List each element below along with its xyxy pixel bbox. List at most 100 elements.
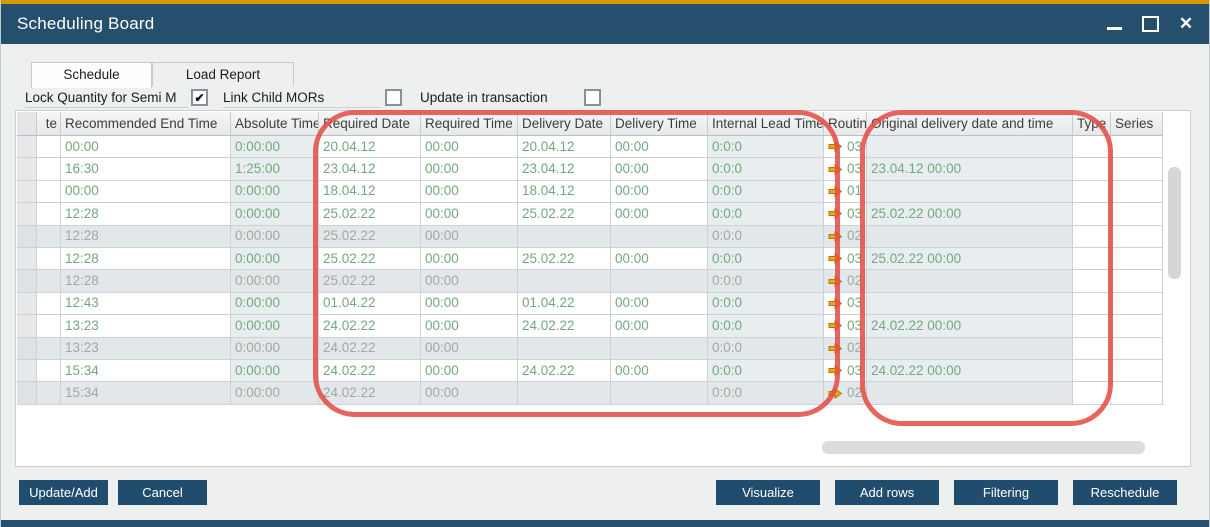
cell-te[interactable]: [37, 203, 61, 225]
cell-type[interactable]: [1073, 203, 1111, 225]
cell-delivery-date[interactable]: 25.02.22: [518, 203, 611, 225]
cell-absolute-time[interactable]: 0:00:00: [231, 360, 319, 382]
cell-type[interactable]: [1073, 293, 1111, 315]
visualize-button[interactable]: Visualize: [716, 480, 820, 505]
row-selector-cell[interactable]: [17, 158, 37, 180]
cell-original[interactable]: [867, 382, 1073, 404]
cell-absolute-time[interactable]: 0:00:00: [231, 136, 319, 158]
cell-required-time[interactable]: 00:00: [421, 382, 518, 404]
cell-absolute-time[interactable]: 0:00:00: [231, 315, 319, 337]
cell-routing[interactable]: 03: [824, 360, 867, 382]
cell-delivery-date[interactable]: 01.04.22: [518, 293, 611, 315]
cell-recommended-end-time[interactable]: 13:23: [61, 315, 231, 337]
cell-absolute-time[interactable]: 0:00:00: [231, 293, 319, 315]
cell-routing[interactable]: 03: [824, 315, 867, 337]
cell-delivery-date[interactable]: 24.02.22: [518, 315, 611, 337]
vertical-scrollbar-thumb[interactable]: [1168, 167, 1181, 279]
cell-recommended-end-time[interactable]: 00:00: [61, 136, 231, 158]
cell-type[interactable]: [1073, 226, 1111, 248]
cell-internal-lead-time[interactable]: 0:0:0: [708, 315, 824, 337]
cell-routing[interactable]: 02: [824, 338, 867, 360]
cell-required-date[interactable]: 24.02.22: [319, 360, 421, 382]
cell-delivery-time[interactable]: [611, 270, 708, 292]
cell-delivery-date[interactable]: 18.04.12: [518, 181, 611, 203]
cell-internal-lead-time[interactable]: 0:0:0: [708, 248, 824, 270]
cell-required-time[interactable]: 00:00: [421, 293, 518, 315]
cell-original[interactable]: [867, 181, 1073, 203]
cell-recommended-end-time[interactable]: 12:28: [61, 248, 231, 270]
cell-series[interactable]: [1111, 181, 1163, 203]
cell-required-date[interactable]: 25.02.22: [319, 270, 421, 292]
cell-delivery-date[interactable]: [518, 382, 611, 404]
cell-delivery-date[interactable]: [518, 270, 611, 292]
cell-series[interactable]: [1111, 360, 1163, 382]
cell-series[interactable]: [1111, 270, 1163, 292]
tab-load-report[interactable]: Load Report: [152, 62, 294, 86]
add-rows-button[interactable]: Add rows: [835, 480, 939, 505]
cell-required-time[interactable]: 00:00: [421, 315, 518, 337]
cell-te[interactable]: [37, 248, 61, 270]
cell-original[interactable]: [867, 338, 1073, 360]
cell-recommended-end-time[interactable]: 16:30: [61, 158, 231, 180]
cell-original[interactable]: 25.02.22 00:00: [867, 203, 1073, 225]
cell-recommended-end-time[interactable]: 12:28: [61, 270, 231, 292]
cell-required-date[interactable]: 23.04.12: [319, 158, 421, 180]
lock-quantity-checkbox[interactable]: ✔: [191, 89, 208, 106]
cell-required-date[interactable]: 24.02.22: [319, 315, 421, 337]
cell-routing[interactable]: 02: [824, 382, 867, 404]
cell-te[interactable]: [37, 293, 61, 315]
cell-delivery-time[interactable]: 00:00: [611, 360, 708, 382]
cell-internal-lead-time[interactable]: 0:0:0: [708, 360, 824, 382]
cell-type[interactable]: [1073, 315, 1111, 337]
row-selector-cell[interactable]: [17, 248, 37, 270]
cell-required-date[interactable]: 24.02.22: [319, 338, 421, 360]
row-selector-cell[interactable]: [17, 181, 37, 203]
cell-te[interactable]: [37, 181, 61, 203]
row-selector-cell[interactable]: [17, 226, 37, 248]
cancel-button[interactable]: Cancel: [118, 480, 207, 505]
cell-delivery-date[interactable]: 24.02.22: [518, 360, 611, 382]
cell-routing[interactable]: 03: [824, 248, 867, 270]
cell-original[interactable]: [867, 136, 1073, 158]
cell-series[interactable]: [1111, 382, 1163, 404]
cell-internal-lead-time[interactable]: 0:0:0: [708, 181, 824, 203]
cell-recommended-end-time[interactable]: 00:00: [61, 181, 231, 203]
column-header-recommended-end-time[interactable]: Recommended End Time: [61, 112, 231, 136]
row-selector-cell[interactable]: [17, 382, 37, 404]
column-header-delivery-time[interactable]: Delivery Time: [611, 112, 708, 136]
cell-absolute-time[interactable]: 0:00:00: [231, 226, 319, 248]
cell-required-time[interactable]: 00:00: [421, 248, 518, 270]
cell-te[interactable]: [37, 270, 61, 292]
cell-routing[interactable]: 02: [824, 270, 867, 292]
cell-required-date[interactable]: 25.02.22: [319, 226, 421, 248]
cell-type[interactable]: [1073, 136, 1111, 158]
cell-internal-lead-time[interactable]: 0:0:0: [708, 226, 824, 248]
horizontal-scrollbar-thumb[interactable]: [822, 441, 1145, 454]
cell-routing[interactable]: 01: [824, 181, 867, 203]
row-selector-header[interactable]: [17, 112, 37, 136]
reschedule-button[interactable]: Reschedule: [1073, 480, 1177, 505]
cell-recommended-end-time[interactable]: 15:34: [61, 360, 231, 382]
cell-type[interactable]: [1073, 270, 1111, 292]
column-header-routing[interactable]: Routing: [824, 112, 867, 136]
cell-te[interactable]: [37, 360, 61, 382]
cell-delivery-date[interactable]: 23.04.12: [518, 158, 611, 180]
cell-required-time[interactable]: 00:00: [421, 338, 518, 360]
cell-required-time[interactable]: 00:00: [421, 158, 518, 180]
cell-routing[interactable]: 02: [824, 226, 867, 248]
row-selector-cell[interactable]: [17, 360, 37, 382]
cell-required-date[interactable]: 20.04.12: [319, 136, 421, 158]
cell-absolute-time[interactable]: 0:00:00: [231, 270, 319, 292]
filtering-button[interactable]: Filtering: [954, 480, 1058, 505]
cell-required-time[interactable]: 00:00: [421, 203, 518, 225]
update-in-transaction-checkbox[interactable]: [584, 89, 601, 106]
cell-delivery-date[interactable]: [518, 338, 611, 360]
cell-absolute-time[interactable]: 0:00:00: [231, 382, 319, 404]
row-selector-cell[interactable]: [17, 293, 37, 315]
cell-series[interactable]: [1111, 136, 1163, 158]
cell-te[interactable]: [37, 315, 61, 337]
cell-required-time[interactable]: 00:00: [421, 226, 518, 248]
cell-te[interactable]: [37, 226, 61, 248]
row-selector-cell[interactable]: [17, 136, 37, 158]
cell-delivery-time[interactable]: 00:00: [611, 293, 708, 315]
